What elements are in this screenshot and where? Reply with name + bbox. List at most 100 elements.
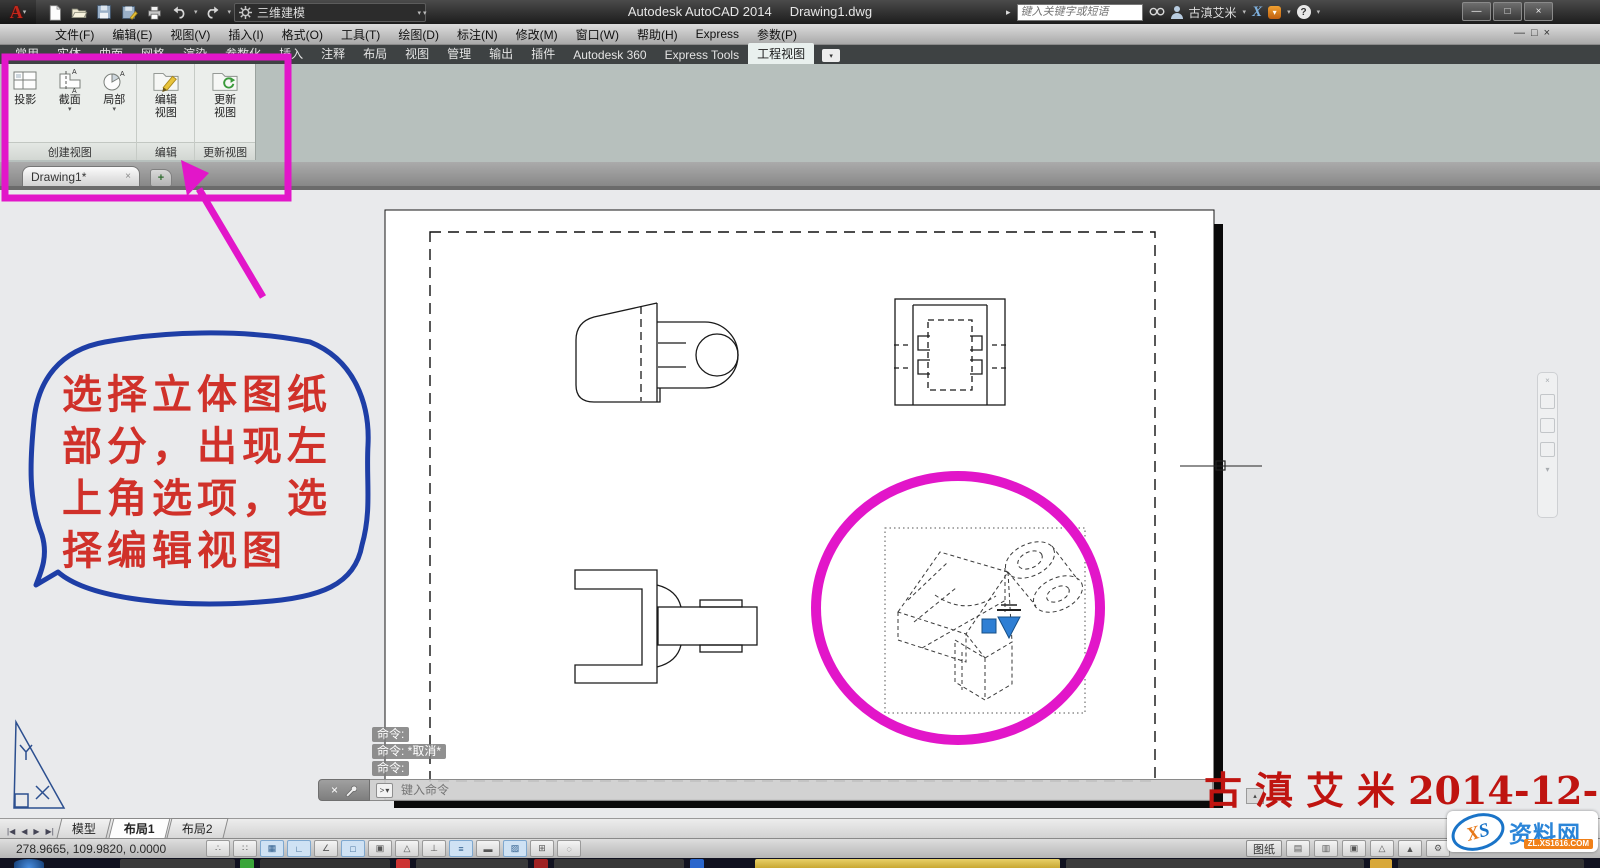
detail-button[interactable]: A 局部 ▾ [101,68,127,113]
view-top-left-side[interactable] [576,303,738,402]
taskbar-app[interactable] [1370,859,1392,868]
view-isometric-selected[interactable] [885,528,1088,713]
file-tab-drawing1[interactable]: Drawing1* × [22,166,140,186]
ribbon-tab-render[interactable]: 渲染 [174,43,216,64]
username-label[interactable]: 古滇艾米 [1189,4,1237,21]
search-icon[interactable] [1149,6,1165,19]
menu-view[interactable]: 视图(V) [161,24,219,45]
zoom-icon[interactable] [1540,442,1555,457]
section-dropdown-caret[interactable]: ▾ [68,107,72,113]
save-button[interactable] [94,2,114,22]
toolbar-options-caret[interactable]: ▾ [423,9,427,17]
triangle-grip[interactable] [998,617,1020,638]
square-grip[interactable] [982,619,996,633]
edit-panel-title[interactable]: 编辑 [137,142,194,160]
redo-dropdown-caret[interactable]: ▾ [228,8,232,16]
taskbar-app[interactable] [240,859,254,868]
ribbon-minimize-button[interactable]: ▾ [822,49,840,62]
application-menu-button[interactable]: A ▾ [0,0,36,24]
annotation-scale-icon[interactable]: △ [1370,840,1394,857]
communication-center-icon[interactable]: ▾ [1268,6,1281,19]
snap-mode-toggle[interactable]: ∷ [233,840,257,857]
taskbar-app[interactable] [120,859,235,868]
undo-button[interactable] [169,2,189,22]
restore-button[interactable]: □ [1493,2,1522,21]
update-view-button[interactable]: 更新 视图 [210,68,240,120]
layout1-tab[interactable]: 布局1 [108,818,170,838]
menu-window[interactable]: 窗口(W) [567,24,628,45]
polar-tracking-toggle[interactable]: ∠ [314,840,338,857]
quick-properties-toggle[interactable]: ⊞ [530,840,554,857]
ribbon-tab-solid[interactable]: 实体 [48,43,90,64]
next-layout-button[interactable]: ▶ [30,825,42,838]
paper-model-button[interactable]: 图纸 [1246,840,1282,857]
close-button[interactable]: × [1524,2,1553,21]
ortho-mode-toggle[interactable]: ∟ [287,840,311,857]
layout2-tab[interactable]: 布局2 [167,818,229,838]
exchange-apps-icon[interactable]: X [1252,4,1262,21]
menu-format[interactable]: 格式(O) [273,24,332,45]
menu-tools[interactable]: 工具(T) [332,24,389,45]
menu-modify[interactable]: 修改(M) [507,24,567,45]
last-layout-button[interactable]: ▶| [43,825,57,838]
menu-dimension[interactable]: 标注(N) [448,24,507,45]
redo-button[interactable] [203,2,223,22]
ribbon-tab-annotate[interactable]: 注释 [312,43,354,64]
start-orb[interactable] [14,859,44,868]
ribbon-tab-manage[interactable]: 管理 [438,43,480,64]
command-close-icon[interactable]: × [331,783,338,797]
dynamic-input-toggle[interactable]: ≡ [449,840,473,857]
quick-view-layouts-icon[interactable]: ▤ [1286,840,1310,857]
new-drawing-tab-button[interactable]: + [150,169,172,187]
taskbar-app[interactable] [396,859,410,868]
menu-parametric[interactable]: 参数(P) [748,24,806,45]
taskbar-app[interactable] [1066,859,1364,868]
first-layout-button[interactable]: |◀ [4,825,18,838]
grid-display-toggle[interactable]: ▦ [260,840,284,857]
object-snap-tracking-toggle[interactable]: △ [395,840,419,857]
taskbar-app[interactable] [554,859,684,868]
model-tab[interactable]: 模型 [56,818,111,838]
ribbon-tab-layout[interactable]: 布局 [354,43,396,64]
plot-button[interactable] [144,2,164,22]
menu-express[interactable]: Express [687,25,748,43]
recent-commands-icon[interactable]: > ▾ [376,783,393,798]
ribbon-tab-autodesk360[interactable]: Autodesk 360 [564,46,655,64]
menu-help[interactable]: 帮助(H) [628,24,687,45]
doc-close-button[interactable]: × [1544,27,1550,39]
prev-layout-button[interactable]: ◀ [18,825,30,838]
undo-dropdown-caret[interactable]: ▾ [194,8,198,16]
projection-button[interactable]: 投影 [12,68,38,107]
view-top-right-front[interactable] [890,299,1010,405]
annotation-visibility-icon[interactable]: ▲ [1398,840,1422,857]
create-view-panel-title[interactable]: 创建视图 [3,142,136,160]
taskbar-app[interactable] [1398,859,1584,868]
selection-cycling-toggle[interactable]: ◌ [557,840,581,857]
file-tab-close-icon[interactable]: × [125,171,131,182]
infocenter-collapse-icon[interactable]: ▸ [1006,7,1011,18]
navbar-close-icon[interactable]: × [1545,377,1550,385]
doc-restore-button[interactable]: □ [1531,27,1538,39]
search-input[interactable] [1017,4,1143,21]
user-caret[interactable]: ▾ [1243,8,1247,16]
ribbon-tab-express-tools[interactable]: Express Tools [656,46,748,64]
menu-insert[interactable]: 插入(I) [219,24,272,45]
object-snap-toggle[interactable]: □ [341,840,365,857]
view-bottom-left-top[interactable] [575,570,757,683]
maximize-viewport-icon[interactable]: ▣ [1342,840,1366,857]
open-file-button[interactable] [69,2,89,22]
menu-file[interactable]: 文件(F) [46,24,103,45]
dynamic-ucs-toggle[interactable]: ⊥ [422,840,446,857]
ribbon-tab-surface[interactable]: 曲面 [90,43,132,64]
minimize-button[interactable]: — [1462,2,1491,21]
taskbar-app[interactable] [260,859,390,868]
save-as-button[interactable] [119,2,139,22]
command-input[interactable] [399,782,1206,798]
steering-wheel-icon[interactable] [1540,394,1555,409]
quick-view-drawings-icon[interactable]: ▥ [1314,840,1338,857]
ribbon-tab-output[interactable]: 输出 [480,43,522,64]
taskbar-app[interactable] [534,859,548,868]
detail-dropdown-caret[interactable]: ▾ [112,107,116,113]
edit-view-button[interactable]: 编辑 视图 [151,68,181,120]
navbar-caret[interactable]: ▾ [1545,466,1549,474]
